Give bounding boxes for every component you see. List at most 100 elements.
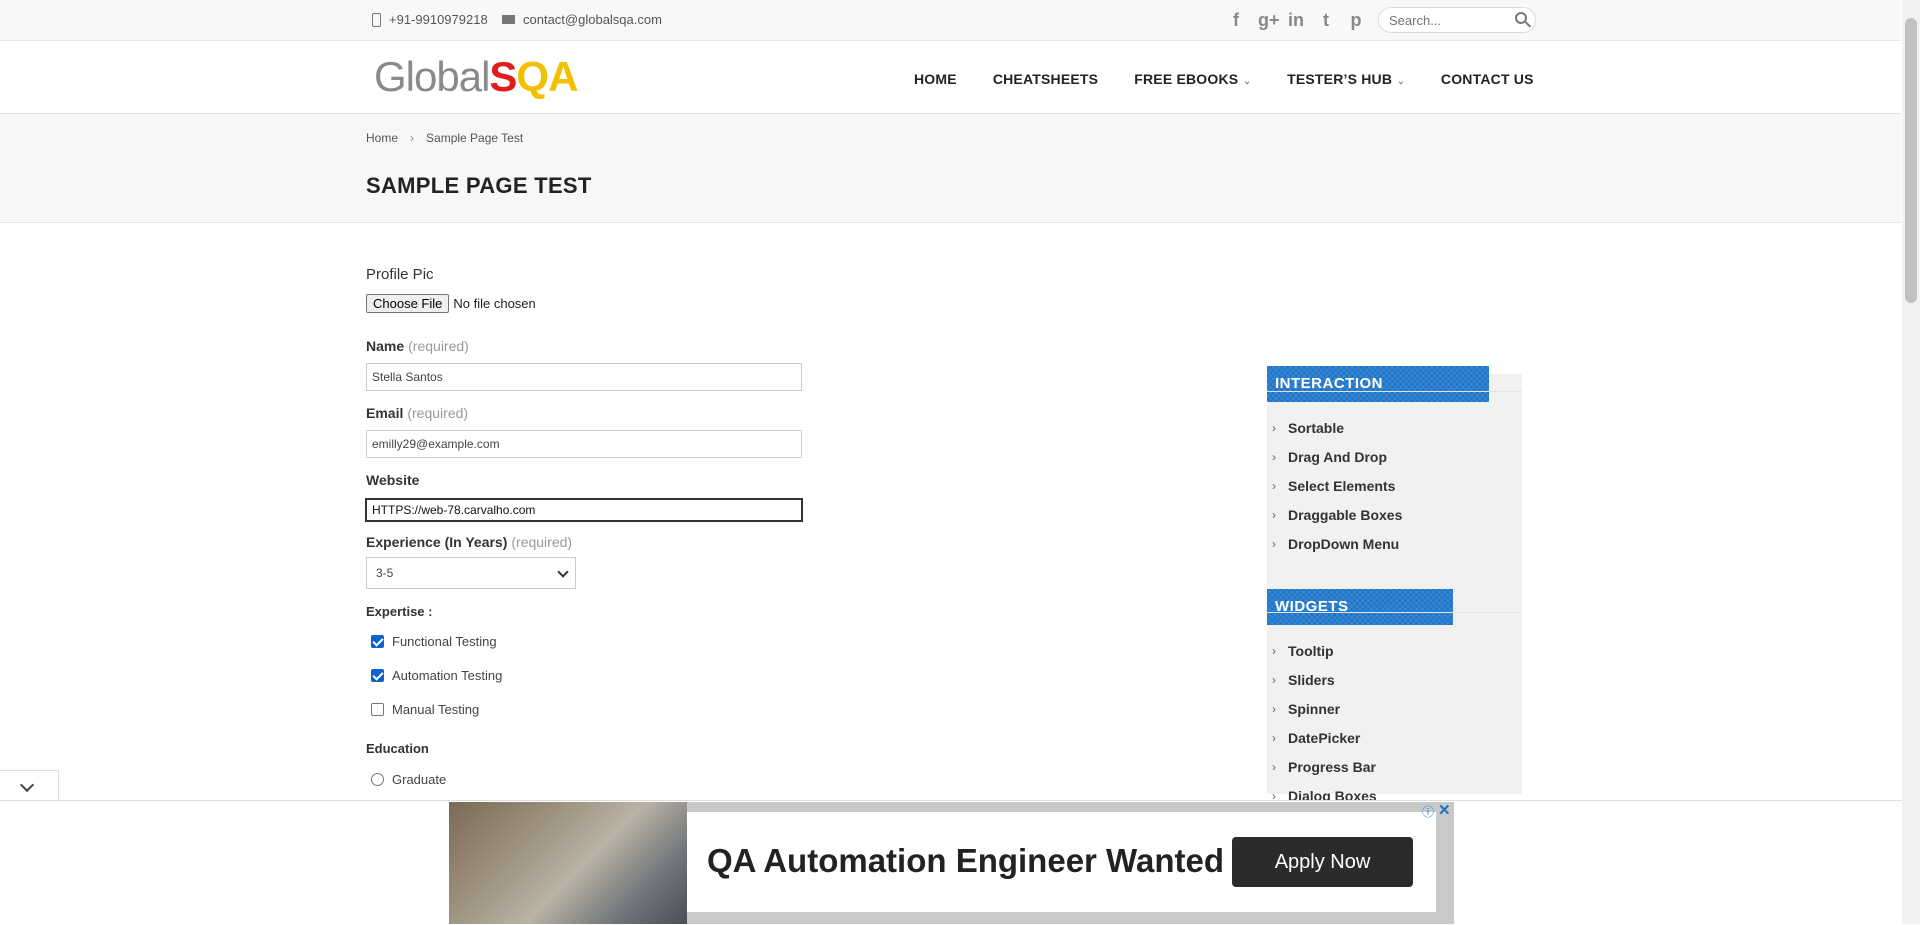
no-file-status: No file chosen bbox=[453, 296, 536, 311]
sidebar-item-select-elements[interactable]: › Select Elements bbox=[1272, 471, 1402, 500]
profile-pic-label: Profile Pic bbox=[366, 266, 434, 283]
education-label: Education bbox=[366, 741, 429, 756]
name-label-text: Name bbox=[366, 338, 405, 354]
ad-close-icon[interactable]: ✕ bbox=[1438, 801, 1451, 819]
experience-select[interactable]: 3-5 bbox=[366, 557, 576, 589]
sidebar-item-tooltip[interactable]: › Tooltip bbox=[1272, 636, 1377, 665]
email-label: Email (required) bbox=[366, 405, 468, 421]
functional-testing-label: Functional Testing bbox=[392, 634, 497, 649]
functional-testing-checkbox[interactable] bbox=[371, 635, 384, 648]
sidebar-item-datepicker[interactable]: › DatePicker bbox=[1272, 723, 1377, 752]
sidebar-item-sliders[interactable]: › Sliders bbox=[1272, 665, 1377, 694]
chevron-down-icon: ⌄ bbox=[1397, 76, 1405, 86]
widgets-widget-title: WIDGETS bbox=[1267, 589, 1453, 625]
divider bbox=[1267, 612, 1522, 613]
nav-home[interactable]: HOME bbox=[914, 71, 957, 87]
search-input[interactable] bbox=[1387, 12, 1511, 29]
sidebar-item-draggable-boxes[interactable]: › Draggable Boxes bbox=[1272, 500, 1402, 529]
manual-testing-checkbox[interactable] bbox=[371, 703, 384, 716]
nav-testers-hub-label: TESTER’S HUB bbox=[1287, 71, 1393, 87]
sidebar-item-label: Sortable bbox=[1288, 419, 1345, 436]
top-bar: +91-9910979218 contact@globalsqa.com f g… bbox=[0, 0, 1901, 41]
phone-number: +91-9910979218 bbox=[389, 12, 488, 27]
expertise-functional[interactable]: Functional Testing bbox=[371, 634, 497, 649]
chevron-right-icon: › bbox=[1272, 672, 1276, 687]
sidebar-item-sortable[interactable]: › Sortable bbox=[1272, 413, 1402, 442]
required-marker: (required) bbox=[511, 534, 573, 550]
expertise-label: Expertise : bbox=[366, 604, 433, 619]
interaction-widget-title: INTERACTION bbox=[1267, 366, 1489, 402]
pinterest-icon[interactable]: p bbox=[1348, 10, 1364, 30]
sidebar-item-label: DropDown Menu bbox=[1288, 535, 1400, 552]
required-marker: (required) bbox=[407, 405, 469, 421]
breadcrumb-separator: › bbox=[410, 131, 415, 145]
advertisement[interactable]: QA Automation Engineer Wanted Apply Now … bbox=[449, 802, 1454, 924]
chevron-right-icon: › bbox=[1272, 449, 1276, 464]
sidebar-item-progress-bar[interactable]: › Progress Bar bbox=[1272, 752, 1377, 781]
manual-testing-label: Manual Testing bbox=[392, 702, 480, 717]
name-label: Name (required) bbox=[366, 338, 469, 354]
linkedin-icon[interactable]: in bbox=[1288, 10, 1304, 30]
facebook-icon[interactable]: f bbox=[1228, 10, 1244, 30]
automation-testing-label: Automation Testing bbox=[392, 668, 503, 683]
chevron-down-icon bbox=[557, 566, 569, 578]
sidebar-item-spinner[interactable]: › Spinner bbox=[1272, 694, 1377, 723]
sidebar-item-label: Draggable Boxes bbox=[1288, 506, 1403, 523]
logo-text-s: S bbox=[489, 53, 517, 100]
chevron-down-icon: ⌄ bbox=[1243, 76, 1252, 86]
sidebar-item-drag-and-drop[interactable]: › Drag And Drop bbox=[1272, 442, 1402, 471]
chevron-right-icon: › bbox=[1272, 643, 1276, 658]
required-marker: (required) bbox=[408, 338, 469, 354]
nav-home-label: HOME bbox=[914, 71, 957, 87]
website-input[interactable] bbox=[365, 498, 803, 522]
automation-testing-checkbox[interactable] bbox=[371, 669, 384, 682]
apply-now-button[interactable]: Apply Now bbox=[1232, 837, 1413, 887]
scrollbar-thumb[interactable] bbox=[1905, 18, 1917, 303]
page-scrollbar[interactable] bbox=[1902, 0, 1920, 924]
nav-free-ebooks[interactable]: FREE EBOOKS ⌄ bbox=[1134, 71, 1251, 87]
ad-collapse-button[interactable] bbox=[0, 770, 59, 801]
sidebar-item-label: Select Elements bbox=[1288, 477, 1396, 494]
chevron-right-icon: › bbox=[1272, 420, 1276, 435]
sidebar: INTERACTION › Sortable › Drag And Drop › Se… bbox=[1267, 366, 1522, 804]
nav-cheatsheets[interactable]: CHEATSHEETS bbox=[993, 71, 1098, 87]
sidebar-item-label: Spinner bbox=[1288, 700, 1341, 717]
experience-label-text: Experience (In Years) bbox=[366, 534, 508, 550]
twitter-icon[interactable]: t bbox=[1318, 10, 1334, 30]
ad-headline[interactable]: QA Automation Engineer Wanted bbox=[707, 842, 1224, 880]
education-graduate[interactable]: Graduate bbox=[371, 772, 446, 787]
name-input[interactable] bbox=[366, 363, 802, 391]
email-contact[interactable]: contact@globalsqa.com bbox=[502, 12, 662, 27]
logo-text-global: Global bbox=[374, 53, 490, 100]
website-label: Website bbox=[366, 472, 420, 488]
widgets-list: › Tooltip › Sliders › Spinner › DatePicker ›… bbox=[1272, 636, 1377, 810]
sidebar-item-label: Drag And Drop bbox=[1288, 448, 1388, 465]
choose-file-button[interactable]: Choose File bbox=[366, 294, 450, 313]
google-plus-icon[interactable]: g+ bbox=[1258, 10, 1280, 30]
envelope-icon bbox=[502, 15, 515, 24]
globalsqa-logo[interactable]: GlobalSQA bbox=[374, 53, 578, 101]
social-links: f g+ in t p bbox=[1228, 10, 1364, 30]
nav-contact-us[interactable]: CONTACT US bbox=[1441, 71, 1534, 87]
logo-text-qa: QA bbox=[516, 53, 578, 100]
breadcrumb-home[interactable]: Home bbox=[366, 131, 398, 145]
email-input[interactable] bbox=[366, 430, 802, 458]
graduate-radio[interactable] bbox=[371, 773, 384, 786]
search-icon[interactable] bbox=[1515, 12, 1527, 24]
chevron-right-icon: › bbox=[1272, 536, 1276, 551]
breadcrumb: Home › Sample Page Test bbox=[366, 131, 523, 145]
main-nav: HOME CHEATSHEETS FREE EBOOKS ⌄ TESTER’S H… bbox=[914, 71, 1534, 87]
expertise-manual[interactable]: Manual Testing bbox=[371, 702, 479, 717]
chevron-right-icon: › bbox=[1272, 507, 1276, 522]
sidebar-item-label: DatePicker bbox=[1288, 729, 1361, 746]
ad-info-icon[interactable]: ⓘ bbox=[1422, 803, 1434, 820]
expertise-automation[interactable]: Automation Testing bbox=[371, 668, 502, 683]
chevron-right-icon: › bbox=[1272, 759, 1276, 774]
sidebar-item-label: Tooltip bbox=[1288, 642, 1334, 659]
sidebar-item-dropdown-menu[interactable]: › DropDown Menu bbox=[1272, 529, 1402, 558]
email-address[interactable]: contact@globalsqa.com bbox=[523, 12, 662, 27]
phone-icon bbox=[372, 12, 381, 27]
nav-testers-hub[interactable]: TESTER’S HUB ⌄ bbox=[1287, 71, 1405, 87]
nav-cheatsheets-label: CHEATSHEETS bbox=[992, 71, 1099, 87]
experience-selected-value: 3-5 bbox=[376, 566, 394, 580]
